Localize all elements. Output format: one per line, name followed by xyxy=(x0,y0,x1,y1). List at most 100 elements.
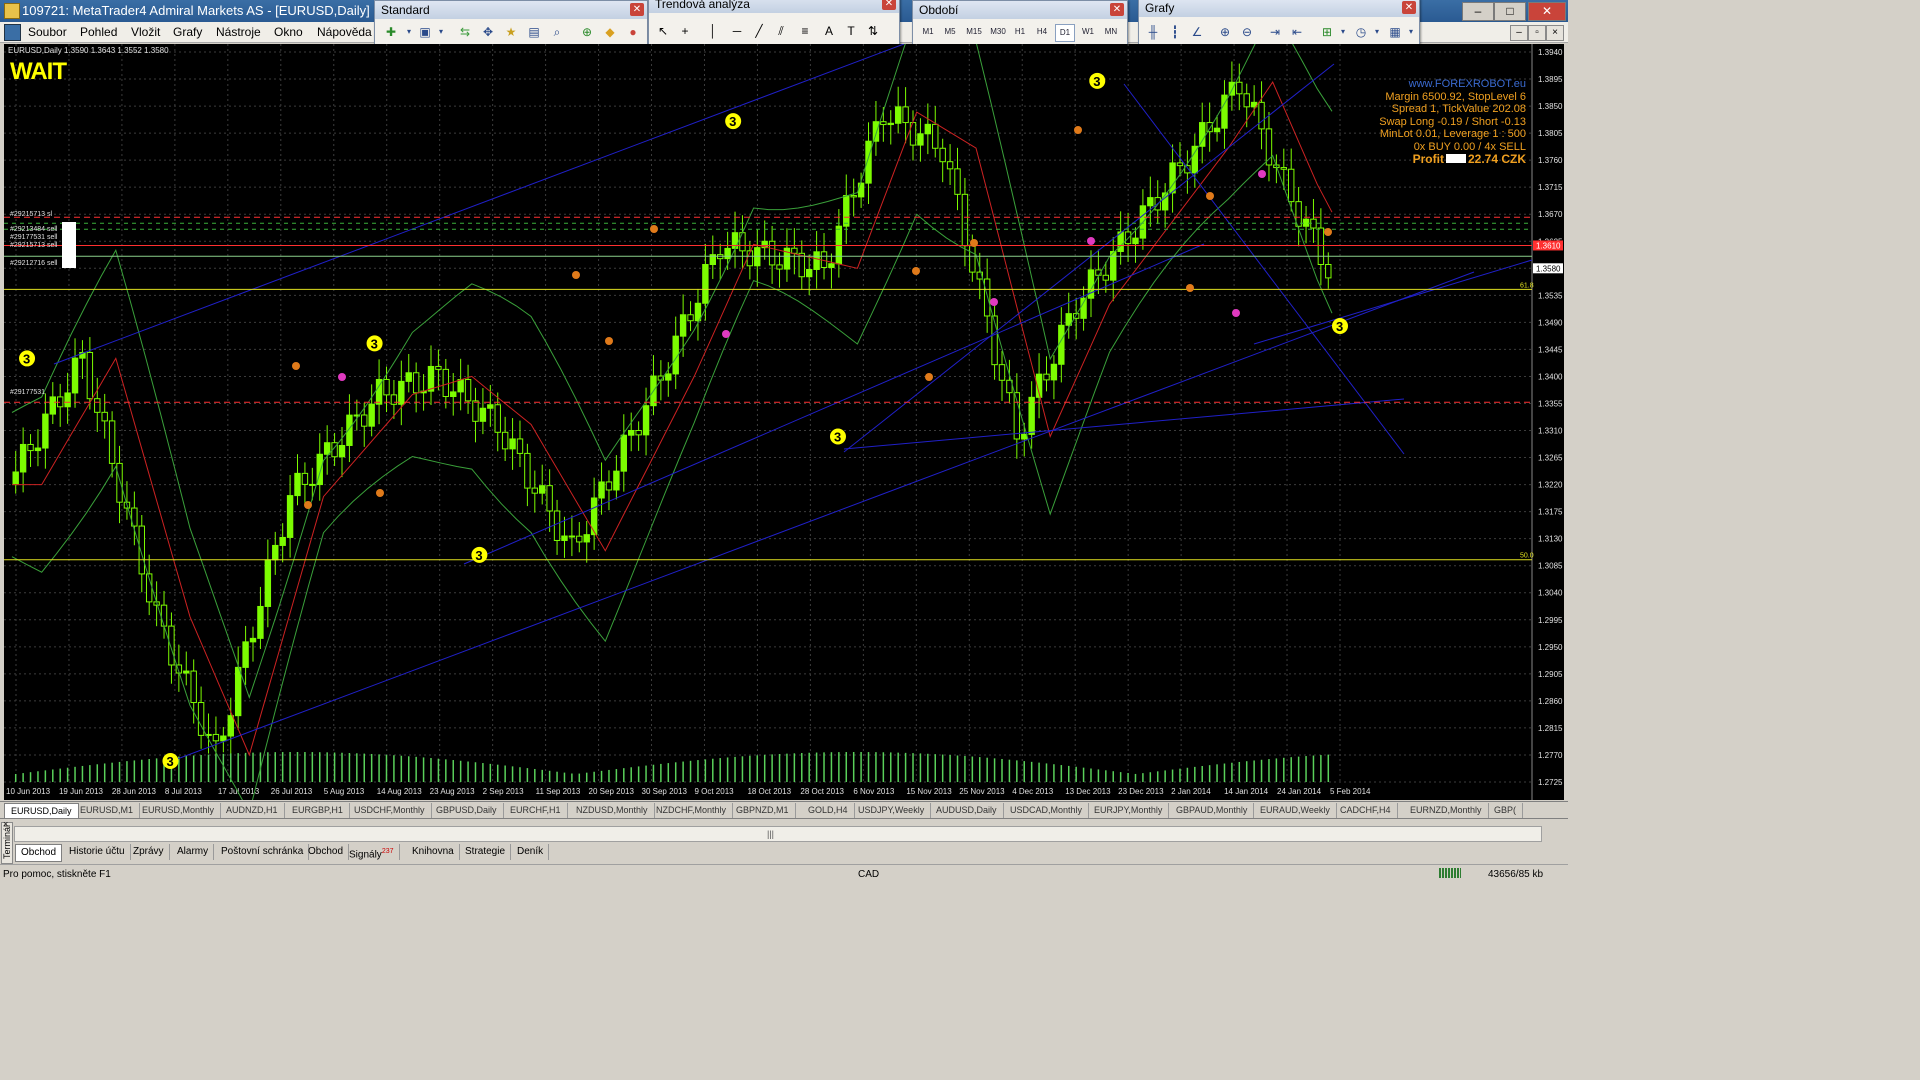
terminal-tab[interactable]: Obchod xyxy=(303,844,350,860)
market-watch-icon[interactable]: ⇆ xyxy=(457,24,473,40)
vertical-line-icon[interactable]: │ xyxy=(705,23,721,39)
chart-tab[interactable]: AUDUSD,Daily xyxy=(930,803,1004,818)
terminal-tab[interactable]: Strategie xyxy=(460,844,512,860)
close-icon[interactable]: ✕ xyxy=(882,0,896,10)
data-window-icon[interactable]: ✥ xyxy=(480,24,496,40)
bar-chart-icon[interactable]: ╫ xyxy=(1145,24,1161,40)
menu-view[interactable]: Pohled xyxy=(80,25,117,39)
price-label: 1.2770 xyxy=(1538,751,1563,760)
chart-tab[interactable]: EURCHF,H1 xyxy=(504,803,568,818)
zoom-out-icon[interactable]: ⊖ xyxy=(1239,24,1255,40)
mdi-minimize-button[interactable]: – xyxy=(1510,25,1528,41)
timeframe-mn[interactable]: MN xyxy=(1101,24,1121,40)
chart-tab[interactable]: EURGBP,H1 xyxy=(286,803,350,818)
chevron-down-icon[interactable]: ▾ xyxy=(433,24,449,40)
mdi-close-button[interactable]: × xyxy=(1546,25,1564,41)
terminal-tab[interactable]: Alarmy xyxy=(172,844,215,860)
chart-tab[interactable]: EURNZD,Monthly xyxy=(1404,803,1489,818)
chart-tab[interactable]: NZDCHF,Monthly xyxy=(650,803,734,818)
close-icon[interactable]: ✕ xyxy=(1110,3,1124,16)
chart-tab[interactable]: EURJPY,Monthly xyxy=(1088,803,1170,818)
new-chart-icon[interactable]: ✚ xyxy=(383,24,399,40)
close-icon[interactable]: × xyxy=(3,819,8,829)
terminal-tab[interactable]: Signály237 xyxy=(344,844,400,860)
timeframe-m15[interactable]: M15 xyxy=(963,24,985,40)
terminal-tab[interactable]: Zprávy xyxy=(128,844,170,860)
chart-tab[interactable]: EURUSD,Monthly xyxy=(136,803,222,818)
menu-tools[interactable]: Nástroje xyxy=(216,25,261,39)
chevron-down-icon[interactable]: ▾ xyxy=(1335,24,1351,40)
clock-icon[interactable]: ◷ xyxy=(1353,24,1369,40)
menu-insert[interactable]: Vložit xyxy=(131,25,160,39)
chart-tab[interactable]: GBPAUD,Monthly xyxy=(1170,803,1255,818)
new-order-icon[interactable]: ⊕ xyxy=(579,24,595,40)
terminal-icon[interactable]: ▤ xyxy=(526,24,542,40)
terminal-tab[interactable]: Deník xyxy=(512,844,550,860)
tester-icon[interactable]: ⌕ xyxy=(549,24,565,40)
timeframe-h4[interactable]: H4 xyxy=(1033,24,1051,40)
menu-help[interactable]: Nápověda xyxy=(317,25,372,39)
chart-tab[interactable]: USDJPY,Weekly xyxy=(852,803,932,818)
chart-tab[interactable]: EURUSD,Daily xyxy=(4,803,79,819)
maximize-button[interactable]: □ xyxy=(1494,2,1526,21)
crosshair-icon[interactable]: + xyxy=(677,23,693,39)
chart-tab[interactable]: GBP( xyxy=(1488,803,1524,818)
autotrading-icon[interactable]: ● xyxy=(625,24,641,40)
chevron-down-icon[interactable]: ▾ xyxy=(1403,24,1419,40)
chart-tab[interactable]: GOLD,H4 xyxy=(802,803,855,818)
chevron-down-icon[interactable]: ▾ xyxy=(401,24,417,40)
chart-tab[interactable]: NZDUSD,Monthly xyxy=(570,803,655,818)
metaeditor-icon[interactable]: ◆ xyxy=(602,24,618,40)
chart-tab[interactable]: USDCAD,Monthly xyxy=(1004,803,1090,818)
menu-window[interactable]: Okno xyxy=(274,25,303,39)
timeframe-d1[interactable]: D1 xyxy=(1055,24,1075,42)
chart-tab[interactable]: GBPUSD,Daily xyxy=(430,803,504,818)
close-icon[interactable]: ✕ xyxy=(1402,1,1416,14)
chart-canvas[interactable]: 1.3940 1.3895 1.3850 1.3805 1.3760 1.3715 1.36… xyxy=(4,44,1564,800)
line-chart-icon[interactable]: ∠ xyxy=(1189,24,1205,40)
chart-tab[interactable]: GBPNZD,M1 xyxy=(730,803,796,818)
zoom-in-icon[interactable]: ⊕ xyxy=(1217,24,1233,40)
terminal-tab[interactable]: Obchod xyxy=(15,844,63,862)
close-button[interactable]: ✕ xyxy=(1528,2,1566,21)
fibonacci-icon[interactable]: ≡ xyxy=(797,23,813,39)
text-label-icon[interactable]: T xyxy=(843,23,859,39)
chart-tab[interactable]: EURAUD,Weekly xyxy=(1254,803,1337,818)
timeframe-w1[interactable]: W1 xyxy=(1079,24,1097,40)
candlestick-icon[interactable]: ┇ xyxy=(1167,24,1183,40)
price-chart[interactable]: 1.3940 1.3895 1.3850 1.3805 1.3760 1.3715 1.36… xyxy=(4,44,1564,800)
chart-tab[interactable]: USDCHF,Monthly xyxy=(348,803,432,818)
chart-tab[interactable]: EURUSD,M1 xyxy=(74,803,141,818)
cursor-icon[interactable]: ↖ xyxy=(655,23,671,39)
trendline-icon[interactable]: ╱ xyxy=(751,23,767,39)
channel-icon[interactable]: ⫽ xyxy=(773,23,789,39)
timeframe-m5[interactable]: M5 xyxy=(941,24,959,40)
timeframe-m1[interactable]: M1 xyxy=(919,24,937,40)
chevron-down-icon[interactable]: ▾ xyxy=(1369,24,1385,40)
chart-window-icon[interactable] xyxy=(4,24,21,41)
text-icon[interactable]: A xyxy=(821,23,837,39)
chart-tab[interactable]: CADCHF,H4 xyxy=(1334,803,1398,818)
menu-file[interactable]: Soubor xyxy=(28,25,67,39)
timeframe-m30[interactable]: M30 xyxy=(987,24,1009,40)
menu-charts[interactable]: Grafy xyxy=(173,25,202,39)
timeframe-h1[interactable]: H1 xyxy=(1011,24,1029,40)
chart-shift-icon[interactable]: ⇤ xyxy=(1289,24,1305,40)
candle-body xyxy=(998,364,1006,381)
close-icon[interactable]: ✕ xyxy=(630,3,644,16)
profiles-icon[interactable]: ▣ xyxy=(417,24,433,40)
autoscroll-icon[interactable]: ⇥ xyxy=(1267,24,1283,40)
arrows-icon[interactable]: ⇅ xyxy=(865,23,881,39)
terminal-scrollbar[interactable]: ||| xyxy=(14,826,1542,842)
terminal-tab[interactable]: Knihovna xyxy=(407,844,460,860)
minimize-button[interactable]: – xyxy=(1462,2,1494,21)
terminal-tab[interactable]: Poštovní schránka xyxy=(216,844,310,860)
chart-tab[interactable]: AUDNZD,H1 xyxy=(220,803,285,818)
terminal-tab[interactable]: Historie účtu xyxy=(64,844,131,860)
scroll-grip-icon[interactable]: ||| xyxy=(767,829,774,839)
mdi-restore-button[interactable]: ▫ xyxy=(1528,25,1546,41)
templates-icon[interactable]: ▦ xyxy=(1387,24,1403,40)
horizontal-line-icon[interactable]: ─ xyxy=(729,23,745,39)
indicators-icon[interactable]: ⊞ xyxy=(1319,24,1335,40)
navigator-icon[interactable]: ★ xyxy=(503,24,519,40)
